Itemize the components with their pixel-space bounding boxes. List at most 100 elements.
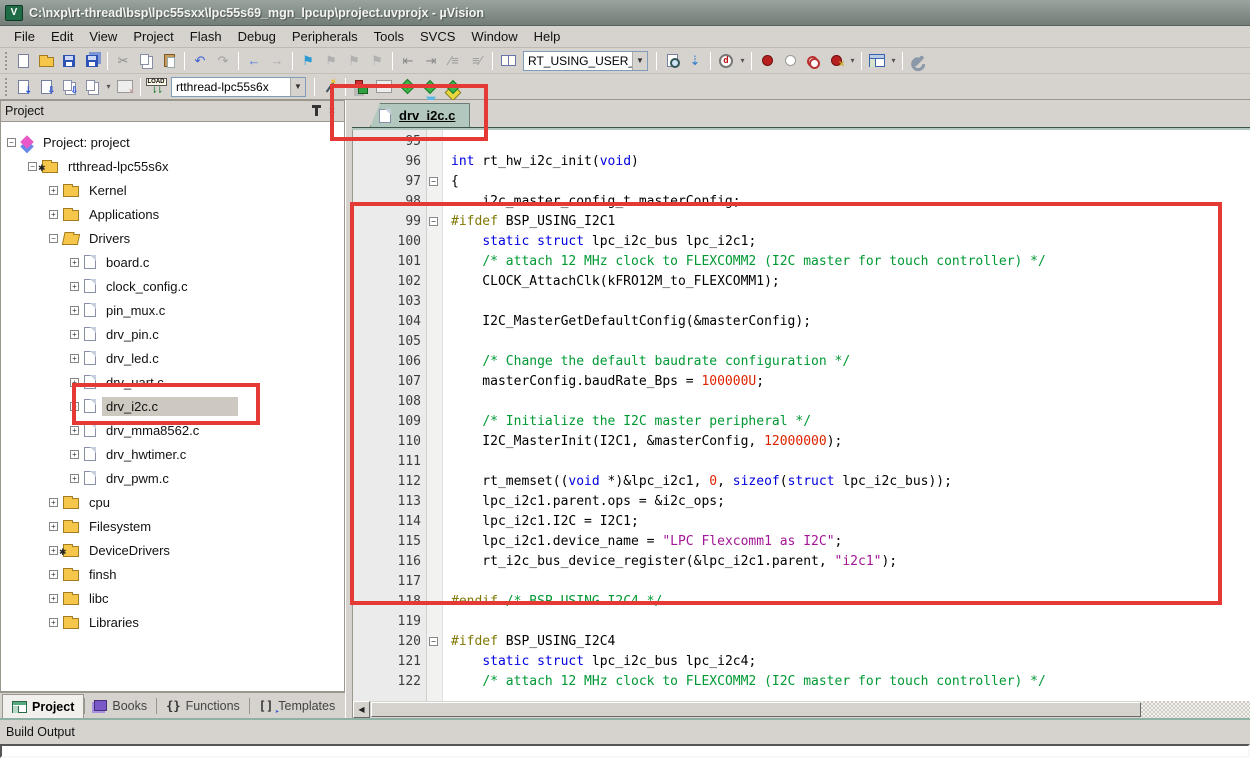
bookmark-prev-icon[interactable]: ⚑ (320, 51, 342, 71)
search-dropdown[interactable]: ▾ (738, 51, 747, 71)
expand-icon[interactable]: + (49, 618, 58, 627)
tab-project[interactable]: Project (2, 694, 84, 718)
tab-templates[interactable]: []Templates (250, 694, 344, 718)
expand-icon[interactable]: + (70, 474, 79, 483)
tree-item-drv-mma8562-c[interactable]: +drv_mma8562.c (1, 418, 344, 442)
save-icon[interactable] (58, 51, 80, 71)
cut-icon[interactable]: ✂ (112, 51, 134, 71)
close-icon[interactable]: × (324, 104, 340, 119)
tree-item-drv-i2c-c[interactable]: +drv_i2c.c (1, 394, 344, 418)
tree-item-kernel[interactable]: +Kernel (1, 178, 344, 202)
menu-project[interactable]: Project (125, 27, 181, 46)
outdent-icon[interactable]: ⇤ (397, 51, 419, 71)
incremental-find-icon[interactable]: ⇣ (684, 51, 706, 71)
tab-books[interactable]: Books (85, 694, 156, 718)
tree-item-board-c[interactable]: +board.c (1, 250, 344, 274)
chevron-down-icon[interactable]: ▼ (290, 78, 305, 96)
menu-file[interactable]: File (6, 27, 43, 46)
new-file-icon[interactable] (12, 51, 34, 71)
target-combobox[interactable]: rtthread-lpc55s6x▼ (171, 77, 306, 97)
expand-icon[interactable]: + (70, 306, 79, 315)
manage-rte-icon[interactable] (396, 77, 418, 97)
collapse-icon[interactable]: − (28, 162, 37, 171)
expand-icon[interactable]: + (70, 402, 79, 411)
tree-item-cpu[interactable]: +cpu (1, 490, 344, 514)
bookmark-clear-icon[interactable]: ⚑ (366, 51, 388, 71)
expand-icon[interactable]: + (70, 330, 79, 339)
chevron-down-icon[interactable]: ▼ (632, 52, 647, 70)
menu-svcs[interactable]: SVCS (412, 27, 463, 46)
expand-icon[interactable]: + (49, 210, 58, 219)
scrollbar-track[interactable] (1141, 701, 1250, 718)
configuration-wrench-icon[interactable] (907, 51, 929, 71)
indent-icon[interactable]: ⇥ (420, 51, 442, 71)
open-file-icon[interactable] (35, 51, 57, 71)
find-combobox[interactable]: RT_USING_USER_MAI▼ (523, 51, 648, 71)
tree-item-rtthread-lpc55s6x[interactable]: −rtthread-lpc55s6x (1, 154, 344, 178)
fold-marker-icon[interactable]: − (429, 177, 438, 186)
pin-icon[interactable] (308, 104, 324, 119)
menu-flash[interactable]: Flash (182, 27, 230, 46)
tree-item-drv-led-c[interactable]: +drv_led.c (1, 346, 344, 370)
stop-build-icon[interactable]: × (114, 77, 136, 97)
tree-item-pin-mux-c[interactable]: +pin_mux.c (1, 298, 344, 322)
breakpoint-insert-icon[interactable] (756, 51, 778, 71)
menu-window[interactable]: Window (463, 27, 525, 46)
menu-help[interactable]: Help (526, 27, 569, 46)
batch-build-icon[interactable] (81, 77, 103, 97)
bookmark-next-icon[interactable]: ⚑ (343, 51, 365, 71)
menu-view[interactable]: View (81, 27, 125, 46)
uncomment-icon[interactable]: ≡∕ (466, 51, 488, 71)
expand-icon[interactable]: + (70, 354, 79, 363)
configure-flash-menu-icon[interactable] (497, 51, 519, 71)
batch-build-dropdown[interactable]: ▾ (104, 77, 113, 97)
collapse-icon[interactable]: − (7, 138, 16, 147)
undo-icon[interactable]: ↶ (189, 51, 211, 71)
navigate-forward-icon[interactable]: → (266, 51, 288, 71)
find-in-files-icon[interactable] (661, 51, 683, 71)
tree-item-applications[interactable]: +Applications (1, 202, 344, 226)
save-all-icon[interactable] (81, 51, 103, 71)
panel-splitter[interactable] (345, 100, 352, 718)
tree-item-drv-pwm-c[interactable]: +drv_pwm.c (1, 466, 344, 490)
expand-icon[interactable]: + (49, 186, 58, 195)
search-d-icon[interactable]: d (715, 51, 737, 71)
build-icon[interactable]: ⇩ (35, 77, 57, 97)
scrollbar-thumb[interactable] (371, 702, 1141, 717)
file-extensions-icon[interactable] (373, 77, 395, 97)
tree-item-finsh[interactable]: +finsh (1, 562, 344, 586)
breakpoint-kill-all-icon[interactable] (825, 51, 847, 71)
menu-edit[interactable]: Edit (43, 27, 81, 46)
menu-tools[interactable]: Tools (366, 27, 412, 46)
scroll-left-arrow-icon[interactable]: ◀ (353, 701, 370, 718)
breakpoint-dropdown[interactable]: ▾ (848, 51, 857, 71)
paste-icon[interactable] (158, 51, 180, 71)
manage-project-items-icon[interactable] (350, 77, 372, 97)
window-layout-dropdown[interactable]: ▾ (889, 51, 898, 71)
expand-icon[interactable]: + (70, 282, 79, 291)
tree-item-filesystem[interactable]: +Filesystem (1, 514, 344, 538)
expand-icon[interactable]: + (70, 258, 79, 267)
expand-icon[interactable]: + (70, 450, 79, 459)
expand-icon[interactable]: + (49, 594, 58, 603)
breakpoint-enable-icon[interactable] (779, 51, 801, 71)
comment-icon[interactable]: ∕≡ (443, 51, 465, 71)
tab-drv-i2c[interactable]: drv_i2c.c (370, 103, 470, 127)
tree-item-libraries[interactable]: +Libraries (1, 610, 344, 634)
fold-marker-icon[interactable]: − (429, 217, 438, 226)
tree-item-libc[interactable]: +libc (1, 586, 344, 610)
tree-item-project-project[interactable]: −Project: project (1, 130, 344, 154)
pack-installer-icon[interactable] (442, 77, 464, 97)
navigate-back-icon[interactable]: ← (243, 51, 265, 71)
bookmark-toggle-icon[interactable]: ⚑ (297, 51, 319, 71)
breakpoint-disable-all-icon[interactable] (802, 51, 824, 71)
horizontal-scrollbar[interactable]: ◀ (352, 701, 1250, 718)
tree-item-drivers[interactable]: −Drivers (1, 226, 344, 250)
translate-icon[interactable]: ⇣ (12, 77, 34, 97)
code-area[interactable]: 9596int rt_hw_i2c_init(void)97−{98 i2c_m… (352, 130, 1250, 701)
tree-item-drv-pin-c[interactable]: +drv_pin.c (1, 322, 344, 346)
expand-icon[interactable]: + (49, 498, 58, 507)
tree-item-drv-uart-c[interactable]: +drv_uart.c (1, 370, 344, 394)
expand-icon[interactable]: + (49, 546, 58, 555)
menu-debug[interactable]: Debug (230, 27, 284, 46)
